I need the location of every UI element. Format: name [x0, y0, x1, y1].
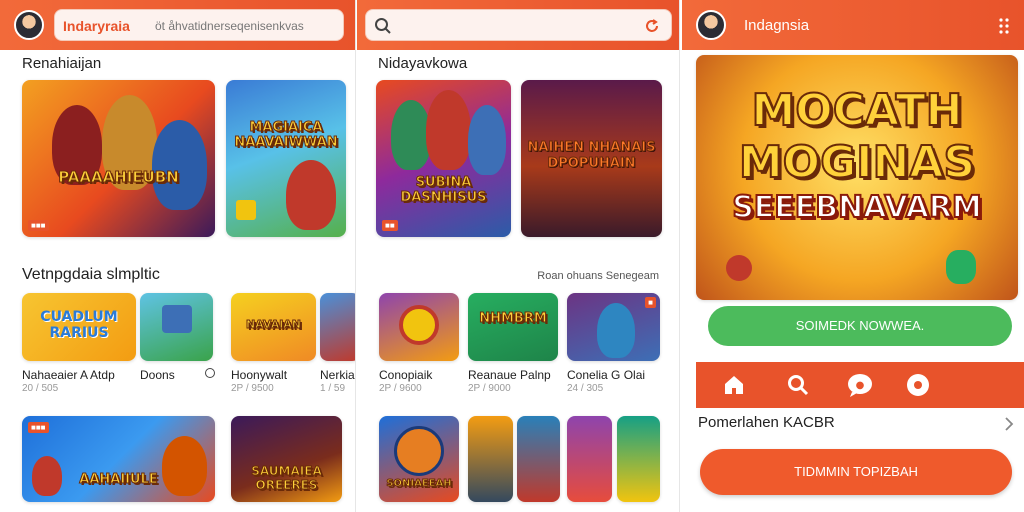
character-art [162, 436, 207, 496]
card-title: SONIAEEAH [386, 478, 452, 490]
bottom-card-4[interactable] [567, 416, 612, 502]
character-art [597, 303, 635, 358]
card-title: NAVAIAN [245, 318, 302, 332]
screen-home: Indaryraia öt åhvatidnerseqenisenkvas Re… [0, 0, 356, 512]
game-card-3[interactable]: NAVAIAN [231, 293, 316, 361]
character-art [152, 120, 207, 210]
hero-banner[interactable]: MOCATH MOGINAS SEEEBNAVARM [696, 55, 1018, 300]
tab-bar: ● [696, 362, 1024, 408]
top-bar [357, 0, 679, 50]
game-card-4[interactable] [320, 293, 355, 361]
primary-button[interactable]: SOIMEDK NOWWEA. [708, 306, 1012, 346]
search-input[interactable] [365, 9, 672, 41]
game-label: Hoonywalt [231, 368, 288, 382]
brand-name: Indagnsia [744, 17, 810, 34]
search-input[interactable]: Indaryraia öt åhvatidnerseqenisenkvas [54, 9, 344, 41]
card-badge: ■■■ [28, 422, 49, 433]
banner-card-2[interactable]: NAIHEN NHANAIS DPOPUHAIN [521, 80, 662, 237]
bottom-card-2[interactable] [468, 416, 513, 502]
game-piece [946, 250, 976, 284]
card-title: NAIHEN NHANAIS DPOPUHAIN [527, 140, 656, 172]
play-icon[interactable] [906, 373, 930, 397]
banner-card-1[interactable]: SUBINA DASNHISUS ■■ [376, 80, 511, 237]
card-title: CUADLUM RARIUS [40, 309, 118, 341]
hero-title-line1: MOCATH [751, 84, 964, 137]
info-icon[interactable] [205, 368, 215, 378]
character-art [399, 305, 439, 345]
section-title-recommended: Vetnpgdaia slmpltic [22, 266, 160, 283]
character-art [426, 90, 471, 170]
card-badge: ■■ [382, 220, 398, 231]
hero-title-line3: SEEEBNAVARM [731, 189, 983, 226]
card-title: SAUMAIEA OREERES [251, 464, 322, 493]
section-title-new: Nidayavkowa [378, 55, 468, 72]
home-icon[interactable] [722, 373, 746, 397]
game-meta: 2P / 9500 [231, 383, 274, 394]
top-bar: Indaryraia öt åhvatidnerseqenisenkvas [0, 0, 355, 50]
banner-card-1[interactable]: PAAAAHIEUBN ■■■ [22, 80, 215, 237]
card-badge: ■ [645, 297, 656, 308]
tablet-icon [162, 305, 192, 333]
game-piece [726, 255, 752, 281]
top-bar: Indagnsia [682, 0, 1024, 50]
game-label: Nerkia [320, 368, 355, 382]
game-label: Nahaeaier A Atdp [22, 368, 115, 382]
card-title: SUBINA DASNHISUS [400, 175, 487, 206]
game-label: Conelia G Olai [567, 368, 646, 382]
card-title: PAAAAHIEUBN [58, 168, 180, 187]
card-title: AAHAIIULE [79, 472, 158, 488]
svg-text:●: ● [856, 380, 865, 391]
game-card-1[interactable] [379, 293, 459, 361]
coin-icon [236, 200, 256, 220]
card-title: NHMBRM [479, 311, 548, 327]
game-card-2[interactable]: NHMBRM [468, 293, 558, 361]
game-label: Conopiaik [379, 368, 433, 382]
cta-button[interactable]: TIDMMIN TOPIZBAH [700, 449, 1012, 495]
banner-card-2[interactable]: MAGIAICA NAAVAIWWAN [226, 80, 346, 237]
hero-title-line2: MOGINAS [738, 136, 976, 189]
bottom-card-1[interactable]: SONIAEEAH [379, 416, 459, 502]
game-meta: 20 / 505 [22, 383, 59, 394]
card-badge: ■■■ [28, 220, 49, 231]
game-card-1[interactable]: CUADLUM RARIUS [22, 293, 136, 361]
character-art [468, 105, 506, 175]
bottom-card-5[interactable] [617, 416, 660, 502]
card-title: MAGIAICA NAAVAIWWAN [234, 120, 338, 151]
more-icon[interactable] [998, 17, 1010, 35]
chat-icon[interactable]: ● [846, 372, 874, 398]
bottom-card-3[interactable] [517, 416, 560, 502]
bottom-card-1[interactable]: AAHAIIULE ■■■ [22, 416, 215, 502]
bottom-card-2[interactable]: SAUMAIEA OREERES [231, 416, 342, 502]
game-meta: 2P / 9000 [468, 383, 511, 394]
game-card-2[interactable] [140, 293, 213, 361]
section-title-featured: Renahiaijan [22, 55, 102, 72]
game-label: Doons [140, 368, 175, 382]
game-card-3[interactable]: ■ [567, 293, 660, 361]
search-icon[interactable] [786, 373, 810, 397]
game-meta: 1 / 59 [320, 383, 346, 394]
game-label: Reanaue Palnp [468, 368, 551, 382]
character-art [391, 100, 431, 170]
game-meta: 2P / 9600 [379, 383, 422, 394]
refresh-icon[interactable] [643, 17, 661, 35]
avatar[interactable] [14, 10, 44, 40]
screen-discover: Nidayavkowa SUBINA DASNHISUS ■■ NAIHEN N… [357, 0, 680, 512]
see-all-link[interactable]: Roan ohuans Senegeam [537, 270, 659, 282]
avatar[interactable] [696, 10, 726, 40]
search-placeholder: öt åhvatidnerseqenisenkvas [155, 19, 304, 33]
search-icon [375, 18, 391, 34]
character-art [286, 160, 336, 230]
screen-game-detail: Indagnsia MOCATH MOGINAS SEEEBNAVARM SOI… [682, 0, 1024, 512]
game-meta: 24 / 305 [567, 383, 604, 394]
ball-icon [394, 426, 444, 476]
list-item-label[interactable]: Pomerlahen KACBR [698, 414, 835, 431]
brand-name: Indaryraia [63, 18, 130, 34]
chevron-right-icon[interactable] [1004, 416, 1014, 432]
